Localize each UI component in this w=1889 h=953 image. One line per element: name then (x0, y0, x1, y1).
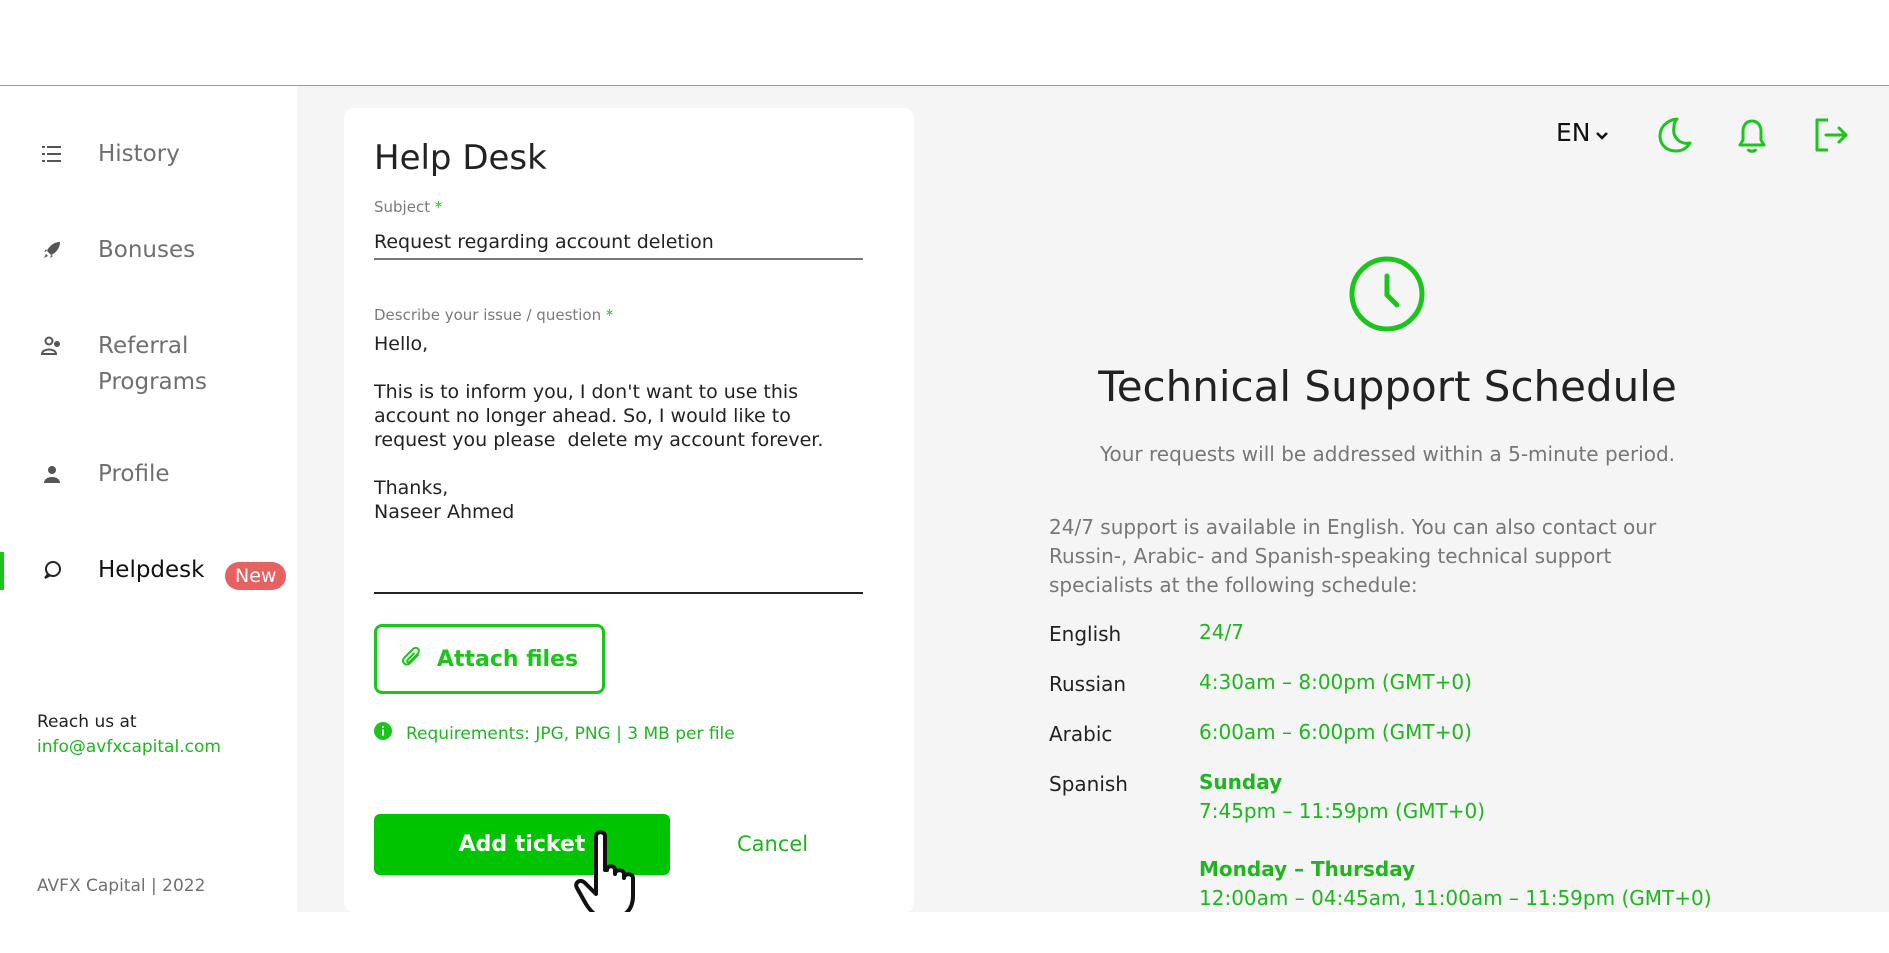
bell-icon[interactable] (1732, 115, 1772, 155)
schedule-subtitle: Your requests will be addressed within a… (1099, 442, 1676, 466)
sidebar-item-label: History (98, 141, 180, 167)
issue-label: Describe your issue / question * (374, 306, 614, 324)
schedule-language-russian: Russian (1049, 672, 1127, 696)
dark-mode-moon-icon[interactable] (1653, 115, 1693, 155)
schedule-hours-russian: 4:30am – 8:00pm (GMT+0) (1199, 670, 1472, 694)
sidebar-item-helpdesk[interactable]: Helpdesk New (0, 552, 297, 612)
bottom-strip (0, 912, 1889, 953)
schedule-language-arabic: Arabic (1049, 722, 1113, 746)
sidebar-item-bonuses[interactable]: Bonuses (0, 232, 297, 292)
language-value: EN (1556, 118, 1591, 147)
sidebar-item-profile[interactable]: Profile (0, 456, 297, 516)
new-badge: New (225, 562, 287, 590)
language-selector[interactable]: EN (1556, 118, 1609, 147)
sidebar-item-referral[interactable]: Referral Programs (0, 328, 297, 408)
copyright: AVFX Capital | 2022 (37, 876, 206, 896)
subject-label: Subject * (374, 198, 443, 216)
issue-textarea[interactable]: Hello, This is to inform you, I don't wa… (374, 332, 863, 594)
schedule-description: 24/7 support is available in English. Yo… (1049, 515, 1657, 597)
cancel-button[interactable]: Cancel (737, 832, 808, 856)
sidebar-item-label: Referral Programs (98, 333, 208, 395)
sidebar: History Bonuses Referral Programs Profil… (0, 86, 297, 912)
chat-icon (40, 558, 64, 582)
page-title: Help Desk (374, 138, 547, 178)
spanish-day-weekdays: Monday – Thursday (1199, 857, 1416, 881)
sidebar-item-history[interactable]: History (0, 136, 297, 196)
active-indicator (0, 552, 4, 590)
help-desk-card: Help Desk Subject * Describe your issue … (344, 108, 914, 912)
spanish-hours-weekdays: 12:00am – 04:45am, 11:00am – 11:59pm (GM… (1199, 886, 1712, 910)
reach-label: Reach us at (37, 712, 137, 732)
referral-icon (40, 334, 64, 358)
contact-block: Reach us at info@avfxcapital.com (37, 710, 221, 760)
list-icon (40, 142, 64, 166)
paperclip-icon (401, 645, 423, 673)
logout-icon[interactable] (1811, 115, 1851, 155)
chevron-down-icon (1595, 118, 1609, 147)
requirements-text: Requirements: JPG, PNG | 3 MB per file (406, 723, 735, 744)
schedule-hours-spanish: Sunday 7:45pm – 11:59pm (GMT+0) Monday –… (1199, 768, 1712, 913)
schedule-hours-arabic: 6:00am – 6:00pm (GMT+0) (1199, 720, 1472, 744)
spanish-day-sunday: Sunday (1199, 770, 1283, 794)
attach-files-label: Attach files (436, 646, 579, 672)
subject-input[interactable] (374, 226, 863, 260)
sidebar-item-label: Profile (98, 461, 170, 487)
top-bar (0, 0, 1889, 86)
info-icon (374, 722, 392, 745)
sidebar-item-label: Bonuses (98, 237, 196, 263)
clock-icon (1349, 256, 1425, 336)
rocket-icon (40, 238, 64, 262)
user-icon (40, 462, 64, 486)
sidebar-item-label: Helpdesk (98, 557, 205, 583)
schedule-hours-english: 24/7 (1199, 620, 1244, 644)
schedule-language-spanish: Spanish (1049, 772, 1128, 796)
contact-email-link[interactable]: info@avfxcapital.com (37, 735, 221, 760)
requirements-note: Requirements: JPG, PNG | 3 MB per file (374, 722, 735, 745)
attach-files-button[interactable]: Attach files (374, 624, 605, 694)
schedule-title: Technical Support Schedule (1098, 362, 1677, 411)
schedule-language-english: English (1049, 622, 1122, 646)
spanish-hours-sunday: 7:45pm – 11:59pm (GMT+0) (1199, 799, 1486, 823)
